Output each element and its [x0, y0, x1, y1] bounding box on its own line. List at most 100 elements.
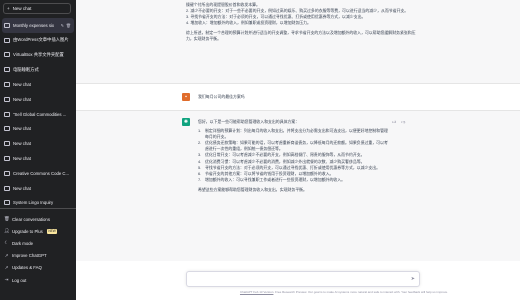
chat-history-label: 由WordPress文章中插入图片 [13, 37, 69, 43]
list-item-text: 优化债务还款策略：如果可能的话，可以考虑重新商谈债务，以降低每月的还款额。如果负… [205, 140, 388, 152]
trash-icon[interactable]: 🗑︎ [66, 23, 71, 28]
user-message-row: ▪ 我们每月公司的最佳方案吗 [76, 83, 520, 111]
chat-history-label: New chat [13, 126, 31, 132]
chat-history-label: New chat [13, 141, 31, 147]
chat-history-item[interactable]: "Sell Global Commodities ... [0, 107, 76, 122]
thumbs-up-icon[interactable]: 👍︎ [392, 119, 396, 125]
user-avatar: ▪ [182, 93, 190, 101]
list-item-text: 制定详细的预算计划：列出每月的收入和支出，并将支出分为必需支出和可选支出，以便更… [205, 128, 388, 140]
footer-disclaimer: ChatGPT Feb 13 Version. Free Research Pr… [164, 290, 520, 294]
sidebar-menu-item[interactable]: ⇥ Log out [0, 274, 76, 286]
chat-bubble-icon [4, 200, 10, 206]
chat-bubble-icon [4, 52, 10, 58]
sidebar-menu-item[interactable]: 👤︎ Upgrade to Plus NEW [0, 225, 76, 237]
assistant-message-intro: 您好，以下是一些可能帮助您管理收入和支出的具体方案： [198, 119, 300, 124]
list-item-text: 寻找节省开支的方法：对于必须的开支，可以通过寻找优惠、打折或使用优惠券等方式，以… [205, 164, 381, 170]
version-link[interactable]: ChatGPT Feb 13 Version [240, 290, 273, 294]
chat-bubble-icon [4, 22, 10, 28]
sidebar-menu-item[interactable]: 🗑︎ Clear conversations [0, 213, 76, 225]
chat-history-item[interactable]: New chat [0, 122, 76, 137]
assistant-message-row: 操键个付所出的现提银股价首和收发本算。 2. 减少不必要的开支：对于一些不必要的… [76, 0, 520, 83]
sidebar-menu: 🗑︎ Clear conversations 👤︎ Upgrade to Plus NE… [0, 213, 76, 286]
sidebar-menu-item[interactable]: ↗ Updates & FAQ [0, 262, 76, 274]
chat-history-list: Monthly expenses six ✎ 🗑︎ 由WordPress文章中插入图片… [0, 18, 76, 210]
chat-input[interactable]: ➤ [186, 271, 420, 287]
edit-icon[interactable]: ✎ [61, 23, 64, 28]
new-chat-label: New chat [12, 6, 32, 11]
sidebar-menu-label: Log out [12, 277, 27, 283]
list-item-text: 节省开支的其他方案：可以将节省的钱用于投资理财，以增加额外的收入。 [205, 170, 334, 176]
message-feedback: 👍︎ 👎︎ [392, 119, 405, 125]
external-link-icon: ↗ [4, 264, 9, 270]
assistant-avatar: ✺ [182, 118, 190, 126]
chat-history-label: New chat [13, 185, 31, 191]
list-number: 1. [198, 128, 202, 134]
chat-history-item[interactable]: New chat [0, 151, 76, 166]
chat-history-label: System Lingo Inquiry [13, 200, 54, 206]
main-panel: 操键个付所出的现提银股价首和收发本算。 2. 减少不必要的开支：对于一些不必要的… [76, 0, 520, 300]
assistant-message-list: 1. 制定详细的预算计划：列出每月的收入和支出，并将支出分为必需支出和可选支出，以… [198, 128, 390, 183]
moon-icon: ☾ [4, 240, 9, 246]
user-icon: 👤︎ [4, 228, 10, 234]
list-item-text: 优化日常开支：可以考虑减少不必要的开支，例如高档餐厅、昂贵的服饰等，从而节约开支… [205, 152, 365, 158]
list-item-text: 增加额外的收入：可以寻找兼职工作或者进行一些投资理财，以增加额外的收入。 [205, 176, 346, 182]
chat-history-item[interactable]: 由WordPress文章中插入图片 [0, 33, 76, 48]
chat-history-item[interactable]: New chat [0, 136, 76, 151]
user-icon: ▪ [185, 94, 187, 100]
chat-history-label: Monthly expenses six [13, 22, 55, 28]
chat-history-item[interactable]: New chat [0, 77, 76, 92]
trash-icon: 🗑︎ [4, 216, 10, 222]
chat-bubble-icon [4, 141, 10, 147]
footer-text: . Free Research Preview. Our goal is to … [273, 290, 449, 294]
assistant-message-row: ✺ 👍︎ 👎︎ 您好，以下是一些可能帮助您管理收入和支出的具体方案： 1. 制定详… [76, 110, 520, 261]
assistant-message-closing: 希望这些方案能够帮助您管理财务收入和支出，实现财务平衡。 [198, 186, 307, 192]
thumbs-down-icon[interactable]: 👎︎ [401, 119, 405, 125]
list-item: 1. 制定详细的预算计划：列出每月的收入和支出，并将支出分为必需支出和可选支出，以… [198, 128, 390, 140]
chat-history-item[interactable]: New chat [0, 181, 76, 196]
new-chat-button[interactable]: + New chat [3, 3, 71, 14]
chat-bubble-icon [4, 170, 10, 176]
chat-bubble-icon [4, 37, 10, 43]
list-number: 2. [198, 140, 202, 146]
new-badge: NEW [46, 228, 58, 234]
sidebar-menu-item[interactable]: ☾ Dark mode [0, 237, 76, 249]
chat-history-label: New chat [13, 96, 31, 102]
chat-history-label: New chat [13, 156, 31, 162]
chat-bubble-icon [4, 156, 10, 162]
sidebar-divider [0, 208, 76, 209]
chat-history-label: "Sell Global Commodities ... [13, 111, 67, 117]
chat-bubble-icon [4, 111, 10, 117]
external-link-icon: ↗ [4, 252, 9, 258]
chat-history-item[interactable]: VirtualBox 共享文件夹配置 [0, 48, 76, 63]
list-item-text: 优化消费习惯：可以考虑减少不必要的消费，例如减少外出就餐的次数、减少购买奢侈品等… [205, 158, 365, 164]
logout-icon: ⇥ [4, 277, 9, 283]
chat-history-label: 电脑睡眠方式 [13, 66, 39, 72]
openai-logo-icon: ✺ [183, 119, 189, 125]
chat-history-label: New chat [13, 82, 31, 88]
chat-history-item[interactable]: 电脑睡眠方式 [0, 62, 76, 77]
chat-bubble-icon [4, 67, 10, 73]
sidebar-menu-label: Upgrade to Plus [12, 228, 43, 234]
chat-bubble-icon [4, 82, 10, 88]
plus-icon: + [7, 6, 10, 11]
chat-history-item[interactable]: Monthly expenses six ✎ 🗑︎ [2, 18, 74, 33]
send-icon[interactable]: ➤ [411, 276, 415, 282]
sidebar: + New chat Monthly expenses six ✎ 🗑︎ 由WordP… [0, 0, 76, 300]
chat-bubble-icon [4, 185, 10, 191]
chat-bubble-icon [4, 96, 10, 102]
assistant-message-line: 4. 增加收入：增加额外的收入，例如兼职或投资理财，以增加财务压力。 [186, 20, 311, 26]
user-message-text: 我们每月公司的最佳方案吗 [198, 94, 245, 99]
chat-history-item[interactable]: New chat [0, 92, 76, 107]
sidebar-menu-label: Clear conversations [12, 216, 50, 222]
sidebar-menu-item[interactable]: ↗ Improve ChatGPT [0, 250, 76, 262]
list-number: 7. [198, 176, 202, 182]
list-item: 2. 优化债务还款策略：如果可能的话，可以考虑重新商谈债务，以降低每月的还款额。如… [198, 140, 390, 152]
chat-history-label: Creative Commons Code C... [13, 170, 70, 176]
chat-history-item[interactable]: Creative Commons Code C... [0, 166, 76, 181]
list-item: 7. 增加额外的收入：可以寻找兼职工作或者进行一些投资理财，以增加额外的收入。 [198, 177, 390, 183]
sidebar-menu-label: Updates & FAQ [12, 265, 42, 271]
sidebar-menu-label: Improve ChatGPT [12, 253, 47, 259]
chat-history-label: VirtualBox 共享文件夹配置 [13, 51, 64, 57]
chat-bubble-icon [4, 126, 10, 132]
sidebar-menu-label: Dark mode [12, 240, 34, 246]
